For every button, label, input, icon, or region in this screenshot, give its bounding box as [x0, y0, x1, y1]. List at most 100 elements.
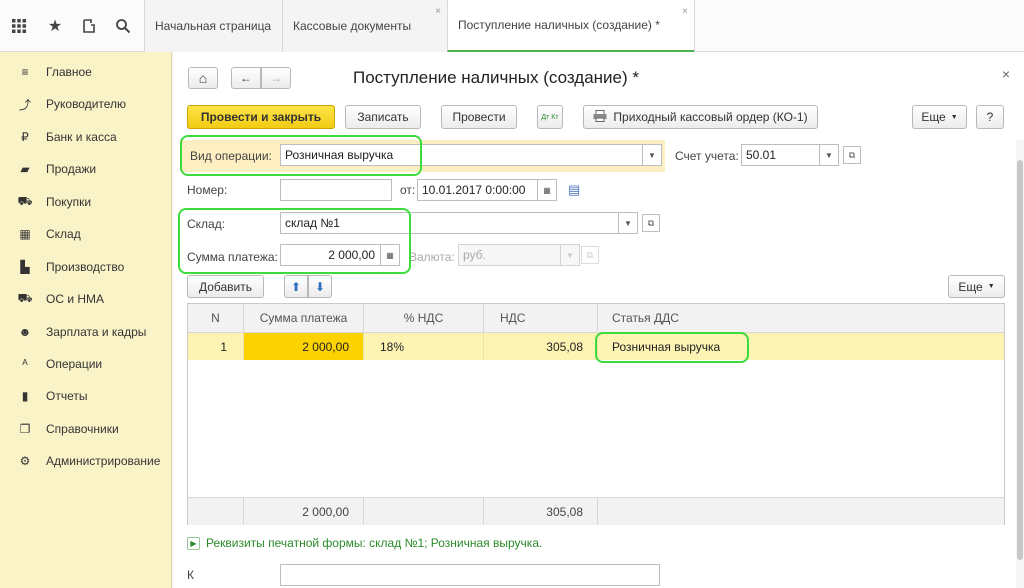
- apps-grid-icon[interactable]: [2, 0, 36, 52]
- date-label: от:: [400, 183, 416, 197]
- comment-label: К: [187, 568, 194, 582]
- tab-close-icon[interactable]: ×: [435, 6, 441, 17]
- open-icon: ⧉: [581, 246, 599, 264]
- sidebar-item-label: Администрирование: [46, 454, 161, 468]
- sidebar-item-label: Продажи: [46, 162, 97, 176]
- date-field[interactable]: 10.01.2017 0:00:00 ▦: [417, 179, 557, 201]
- open-icon[interactable]: ⧉: [642, 214, 660, 232]
- move-down-button[interactable]: ⬇: [308, 275, 332, 298]
- warehouse-icon: ▦: [19, 227, 31, 241]
- table-more-button[interactable]: Еще ▼: [948, 275, 1005, 298]
- help-button[interactable]: ?: [976, 105, 1004, 129]
- bag-icon: ▰: [20, 162, 30, 176]
- sidebar-item-label: Справочники: [46, 422, 119, 436]
- sidebar-item-bank[interactable]: ₽ Банк и касса: [0, 123, 172, 151]
- row-number: 1: [188, 333, 244, 360]
- currency-value: руб.: [463, 248, 486, 262]
- row-vat[interactable]: 305,08: [484, 333, 598, 360]
- sidebar-item-production[interactable]: ▙ Производство: [0, 253, 172, 281]
- highlight-warehouse-amount: [178, 208, 411, 274]
- save-button[interactable]: Записать: [345, 105, 421, 129]
- close-icon[interactable]: ×: [1002, 66, 1010, 82]
- arrow-down-icon: ⬇: [314, 279, 326, 294]
- sidebar-item-main[interactable]: ≡ Главное: [0, 58, 172, 86]
- print-details-toggle[interactable]: ▶ Реквизиты печатной формы: склад №1; Ро…: [187, 536, 542, 550]
- sidebar-item-reports[interactable]: ▮ Отчеты: [0, 382, 172, 410]
- sidebar-item-salary[interactable]: ☻ Зарплата и кадры: [0, 318, 172, 346]
- sidebar-item-label: Зарплата и кадры: [46, 325, 147, 339]
- total-vat: 305,08: [484, 497, 598, 525]
- tab-home[interactable]: Начальная страница: [144, 0, 282, 52]
- sidebar-item-sales[interactable]: ▰ Продажи: [0, 155, 172, 183]
- scrollbar-thumb[interactable]: [1017, 160, 1023, 560]
- highlight-dds: [595, 332, 749, 363]
- account-label: Счет учета:: [675, 149, 739, 163]
- column-header[interactable]: % НДС: [364, 304, 484, 333]
- sidebar-item-label: Отчеты: [46, 389, 88, 403]
- menu-icon: ≡: [21, 65, 29, 79]
- printer-icon: [593, 109, 607, 125]
- footer-cell: [598, 497, 1004, 525]
- home-icon: ⌂: [198, 70, 208, 86]
- post-and-close-button[interactable]: Провести и закрыть: [187, 105, 335, 129]
- scrollbar[interactable]: [1016, 140, 1024, 588]
- column-header[interactable]: Сумма платежа: [244, 304, 364, 333]
- back-button[interactable]: ←: [231, 67, 261, 89]
- more-label: Еще: [958, 279, 983, 294]
- sidebar-item-manager[interactable]: ⤴ Руководителю: [0, 90, 172, 118]
- arrow-up-icon: ⬆: [290, 279, 302, 294]
- row-amount[interactable]: 2 000,00: [244, 333, 364, 360]
- print-order-label: Приходный кассовый ордер (КО-1): [613, 110, 808, 124]
- account-value: 50.01: [746, 148, 777, 162]
- currency-field[interactable]: руб. ▼: [458, 244, 580, 266]
- ruble-icon: ₽: [21, 130, 29, 144]
- sidebar-item-label: Склад: [46, 227, 81, 241]
- more-button[interactable]: Еще ▼: [912, 105, 967, 129]
- page-title: Поступление наличных (создание) *: [353, 68, 639, 87]
- tab-cash-documents[interactable]: Кассовые документы ×: [282, 0, 447, 52]
- chevron-down-icon: ▼: [987, 283, 995, 290]
- add-button[interactable]: Добавить: [187, 275, 264, 298]
- home-button[interactable]: ⌂: [188, 67, 218, 89]
- sidebar-item-label: Покупки: [46, 195, 92, 209]
- move-up-button[interactable]: ⬆: [284, 275, 308, 298]
- sidebar-item-directories[interactable]: ❐ Справочники: [0, 415, 172, 443]
- post-button[interactable]: Провести: [441, 105, 517, 129]
- comment-icon[interactable]: ▤: [568, 182, 580, 198]
- print-order-button[interactable]: Приходный кассовый ордер (КО-1): [583, 105, 818, 129]
- column-header[interactable]: НДС: [484, 304, 598, 333]
- sidebar-item-label: Производство: [46, 260, 125, 274]
- forward-button[interactable]: →: [261, 67, 291, 89]
- account-field[interactable]: 50.01 ▼: [741, 144, 839, 166]
- sidebar-item-operations[interactable]: ᴬ Операции: [0, 350, 172, 378]
- tab-cash-receipt-create[interactable]: Поступление наличных (создание) * ×: [447, 0, 694, 52]
- row-vat-rate[interactable]: 18%: [364, 333, 484, 360]
- sidebar-item-label: ОС и НМА: [46, 292, 105, 306]
- sidebar-item-fixed-assets[interactable]: ⛟ ОС и НМА: [0, 285, 172, 313]
- currency-label: Валюта:: [409, 250, 455, 264]
- dt-kt-button[interactable]: Дт Кт: [537, 105, 563, 129]
- comment-field[interactable]: [280, 564, 660, 586]
- sidebar-item-warehouse[interactable]: ▦ Склад: [0, 220, 172, 248]
- star-icon[interactable]: ★: [38, 0, 72, 52]
- chevron-down-icon: ▼: [950, 113, 958, 121]
- arrow-left-icon: ←: [240, 71, 252, 85]
- column-header[interactable]: N: [188, 304, 244, 333]
- sidebar-item-administration[interactable]: ⚙ Администрирование: [0, 447, 172, 475]
- factory-icon: ▙: [20, 260, 30, 274]
- search-icon[interactable]: [106, 0, 140, 52]
- chevron-down-icon[interactable]: ▼: [819, 144, 839, 166]
- history-icon[interactable]: [72, 0, 106, 52]
- open-icon[interactable]: ⧉: [843, 146, 861, 164]
- tab-label: Поступление наличных (создание) *: [458, 18, 660, 32]
- column-header[interactable]: Статья ДДС: [598, 304, 1004, 333]
- tab-close-icon[interactable]: ×: [682, 6, 688, 17]
- calendar-icon[interactable]: ▦: [537, 179, 557, 201]
- sidebar-item-purchases[interactable]: ⛟ Покупки: [0, 188, 172, 216]
- number-field[interactable]: [280, 179, 392, 201]
- chevron-down-icon: ▼: [560, 244, 580, 266]
- more-label: Еще: [921, 110, 946, 124]
- payments-table: N Сумма платежа % НДС НДС Статья ДДС 1 2…: [187, 303, 1005, 525]
- chevron-down-icon[interactable]: ▼: [618, 212, 638, 234]
- chevron-down-icon[interactable]: ▼: [642, 144, 662, 166]
